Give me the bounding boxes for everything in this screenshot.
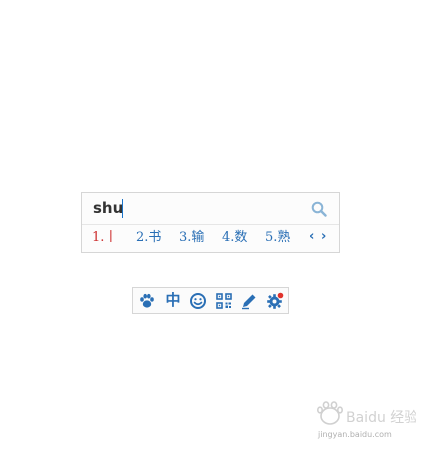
notification-dot — [277, 292, 284, 299]
ime-candidate-window: shu 1.丨 2.书 3.输 4.数 5.熟 ‹ › — [81, 192, 340, 253]
smiley-icon[interactable] — [189, 292, 207, 310]
ime-status-toolbar: 中 — [132, 287, 289, 314]
candidate-3[interactable]: 3.输 — [179, 230, 204, 246]
candidate-1[interactable]: 1.丨 — [92, 230, 117, 246]
gear-icon[interactable] — [266, 292, 284, 310]
search-icon[interactable] — [311, 201, 327, 217]
next-page-button[interactable]: › — [321, 230, 331, 244]
candidate-2[interactable]: 2.书 — [136, 230, 161, 246]
chinese-mode-toggle[interactable]: 中 — [164, 291, 182, 309]
watermark-text: Baidu 经验 — [346, 410, 416, 426]
watermark-url: jingyan.baidu.com — [318, 430, 392, 439]
candidate-5[interactable]: 5.熟 — [265, 230, 290, 246]
paw-icon[interactable] — [138, 292, 156, 310]
prev-page-button[interactable]: ‹ — [309, 230, 319, 244]
pinyin-composition: shu — [93, 199, 124, 217]
text-caret — [122, 199, 123, 218]
candidate-list: 1.丨 2.书 3.输 4.数 5.熟 ‹ › — [82, 224, 339, 253]
ime-input-row: shu — [82, 193, 339, 225]
pencil-icon[interactable] — [240, 292, 258, 310]
qr-grid-icon[interactable] — [215, 292, 233, 310]
candidate-4[interactable]: 4.数 — [222, 230, 247, 246]
